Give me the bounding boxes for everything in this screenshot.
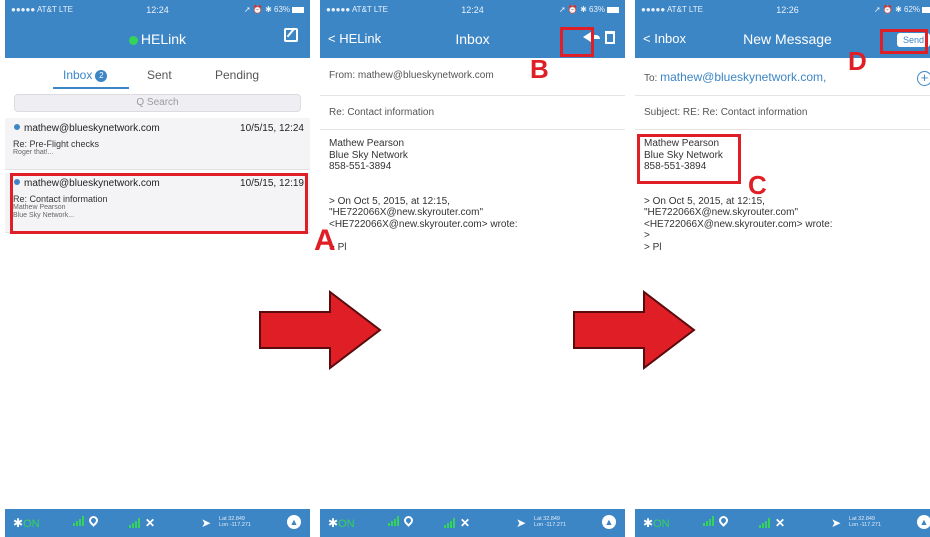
tab-inbox[interactable]: Inbox 2 bbox=[63, 68, 108, 82]
header-bar: ●●●●● AT&T LTE 12:24 ➚ ⏰ ✱ 63% HELink bbox=[5, 0, 310, 58]
bluetooth-status: ON bbox=[23, 518, 40, 530]
bottom-status-bar: ✱ON ✕ ➤ Lat 32.849 Lon -117.271 ▲ bbox=[635, 509, 930, 537]
highlight-box-c bbox=[637, 134, 741, 184]
arrow-right-icon bbox=[259, 290, 382, 370]
message-row[interactable]: mathew@blueskynetwork.com 10/5/15, 12:24… bbox=[5, 118, 310, 170]
gps-pin-icon bbox=[402, 514, 415, 527]
add-recipient-icon[interactable]: + bbox=[917, 71, 930, 86]
gps-pin-icon bbox=[87, 514, 100, 527]
battery-icon bbox=[607, 6, 619, 13]
from-value: mathew@blueskynetwork.com bbox=[357, 70, 494, 81]
status-icons: ➚ ⏰ ✱ 62% bbox=[874, 5, 930, 14]
annotation-label-c: C bbox=[748, 170, 767, 200]
highlight-box-a bbox=[10, 173, 308, 234]
satellite-icon: ✕ bbox=[460, 516, 471, 530]
annotation-label-b: B bbox=[530, 54, 549, 84]
message-date: 10/5/15, 12:24 bbox=[240, 123, 304, 134]
message-body: Mathew Pearson Blue Sky Network 858-551-… bbox=[329, 138, 518, 253]
coordinates-readout: Lat 32.849 Lon -117.271 bbox=[219, 516, 252, 528]
arrow-right-icon bbox=[573, 290, 696, 370]
message-subject: Re: Pre-Flight checks bbox=[13, 139, 100, 149]
annotation-label-d: D bbox=[848, 46, 867, 76]
status-icons: ➚ ⏰ ✱ 63% bbox=[559, 5, 619, 14]
signal-bars-icon bbox=[703, 516, 717, 526]
trash-icon[interactable] bbox=[605, 31, 615, 44]
status-bar: ●●●●● AT&T LTE 12:24 ➚ ⏰ ✱ 63% bbox=[320, 0, 625, 20]
subject-label: Subject: bbox=[644, 107, 681, 118]
coordinates-readout: Lat 32.849 Lon -117.271 bbox=[849, 516, 882, 528]
bottom-status-bar: ✱ON ✕ ➤ Lat 32.849 Lon -117.271 ▲ bbox=[320, 509, 625, 537]
signal-bars-icon bbox=[129, 518, 143, 528]
active-tab-indicator bbox=[53, 87, 129, 89]
tutorial-stage: ●●●●● AT&T LTE 12:24 ➚ ⏰ ✱ 63% HELink In… bbox=[0, 0, 930, 537]
to-field[interactable]: mathew@blueskynetwork.com, bbox=[660, 70, 826, 84]
subject-row: Re: Contact information bbox=[320, 104, 625, 130]
phone-screen-compose: ●●●●● AT&T LTE 12:26 ➚ ⏰ ✱ 62% < Inbox N… bbox=[635, 0, 930, 537]
location-arrow-icon: ➤ bbox=[516, 516, 527, 530]
bluetooth-status: ON bbox=[653, 518, 670, 530]
bluetooth-icon: ✱ bbox=[328, 516, 339, 530]
location-arrow-icon: ➤ bbox=[831, 516, 842, 530]
highlight-box-b bbox=[560, 27, 594, 57]
nav-bar: HELink bbox=[5, 22, 310, 56]
battery-icon bbox=[292, 6, 304, 13]
status-bar: ●●●●● AT&T LTE 12:24 ➚ ⏰ ✱ 63% bbox=[5, 0, 310, 20]
tab-sent[interactable]: Sent bbox=[147, 68, 172, 82]
bluetooth-status: ON bbox=[338, 518, 355, 530]
subject-field[interactable]: RE: Re: Contact information bbox=[683, 107, 808, 118]
signal-bars-icon bbox=[388, 516, 402, 526]
expand-button[interactable]: ▲ bbox=[602, 515, 616, 529]
tab-pending[interactable]: Pending bbox=[215, 68, 259, 82]
signal-bars-icon bbox=[759, 518, 773, 528]
to-row[interactable]: To: mathew@blueskynetwork.com, + bbox=[635, 66, 930, 96]
gps-pin-icon bbox=[717, 514, 730, 527]
message-sender: mathew@blueskynetwork.com bbox=[24, 123, 160, 134]
from-row: From: mathew@blueskynetwork.com bbox=[320, 66, 625, 96]
expand-button[interactable]: ▲ bbox=[287, 515, 301, 529]
battery-icon bbox=[922, 6, 930, 13]
search-input[interactable]: Q Search bbox=[14, 94, 301, 112]
satellite-icon: ✕ bbox=[145, 516, 156, 530]
subject-row[interactable]: Subject: RE: Re: Contact information bbox=[635, 104, 930, 130]
mailbox-tabs: Inbox 2 Sent Pending bbox=[5, 60, 310, 90]
app-title: HELink bbox=[5, 31, 310, 47]
phone-screen-inbox: ●●●●● AT&T LTE 12:24 ➚ ⏰ ✱ 63% HELink In… bbox=[5, 0, 310, 537]
online-status-icon bbox=[128, 35, 138, 45]
phone-screen-message: ●●●●● AT&T LTE 12:24 ➚ ⏰ ✱ 63% < HELink … bbox=[320, 0, 625, 537]
signal-bars-icon bbox=[444, 518, 458, 528]
bluetooth-icon: ✱ bbox=[13, 516, 24, 530]
satellite-icon: ✕ bbox=[775, 516, 786, 530]
highlight-box-d bbox=[880, 29, 928, 54]
location-arrow-icon: ➤ bbox=[201, 516, 212, 530]
unread-dot-icon bbox=[14, 124, 20, 130]
signal-bars-icon bbox=[73, 516, 87, 526]
bluetooth-icon: ✱ bbox=[643, 516, 654, 530]
status-icons: ➚ ⏰ ✱ 63% bbox=[244, 5, 304, 14]
status-bar: ●●●●● AT&T LTE 12:26 ➚ ⏰ ✱ 62% bbox=[635, 0, 930, 20]
to-label: To: bbox=[644, 73, 658, 84]
coordinates-readout: Lat 32.849 Lon -117.271 bbox=[534, 516, 567, 528]
message-preview: Roger that!... bbox=[13, 149, 54, 156]
compose-button[interactable] bbox=[284, 28, 298, 45]
compose-icon bbox=[284, 28, 298, 42]
from-label: From: bbox=[329, 70, 356, 81]
bottom-status-bar: ✱ON ✕ ➤ Lat 32.849 Lon -117.271 ▲ bbox=[5, 509, 310, 537]
annotation-label-a: A bbox=[314, 224, 336, 257]
unread-badge: 2 bbox=[95, 70, 108, 82]
expand-button[interactable]: ▲ bbox=[917, 515, 930, 529]
